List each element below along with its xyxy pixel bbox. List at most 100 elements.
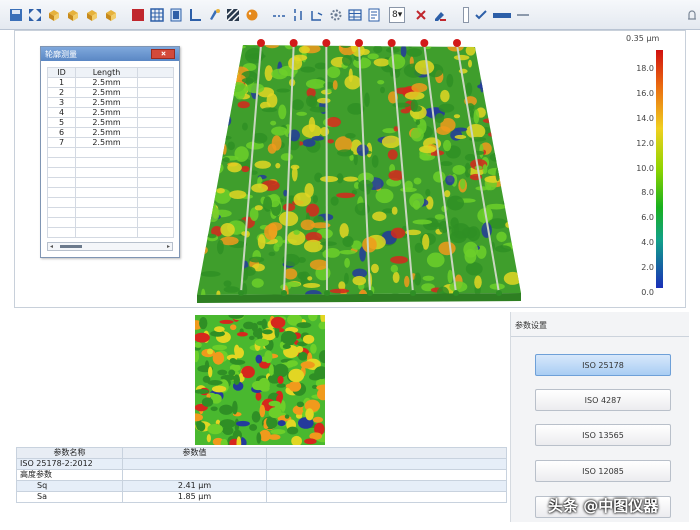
color-legend: 0.35 μm 18.0 16.0 14.0 12.0 10.0 8.0 6.0 4.0 2.0… (600, 34, 680, 297)
thumbnail-blob (296, 401, 305, 408)
iso-13565-button[interactable]: ISO 13565 (535, 424, 671, 446)
row-length (75, 217, 138, 228)
iso-25178-button[interactable]: ISO 25178 (535, 354, 671, 376)
height-icon[interactable] (290, 7, 306, 23)
surface-blob (495, 167, 500, 182)
surface-blob (482, 164, 488, 175)
surface-blob (251, 183, 269, 193)
cube-front-icon[interactable] (84, 7, 100, 23)
thumbnail-blob (268, 400, 281, 407)
table-row[interactable]: 7 2.5mm (47, 137, 174, 148)
thumbnail-blob (255, 354, 263, 364)
surface-blob (297, 257, 306, 263)
table-row[interactable] (47, 227, 174, 238)
surface-blob (201, 177, 216, 182)
surface-blob (520, 45, 521, 50)
surface-blob (499, 63, 510, 69)
table-row[interactable]: 1 2.5mm (47, 77, 174, 88)
table-row[interactable] (47, 157, 174, 168)
column-header-length: Length (75, 67, 138, 78)
close-x-icon[interactable] (413, 7, 429, 23)
cube-top-icon[interactable] (103, 7, 119, 23)
angle-icon[interactable] (309, 7, 325, 23)
surface-blob (352, 275, 367, 286)
thumbnail-blob (207, 380, 223, 386)
report-icon[interactable] (366, 7, 382, 23)
profile-window-titlebar[interactable]: 轮廓测量 (41, 47, 179, 61)
row-id (47, 177, 76, 188)
thumbnail-blob (302, 334, 315, 344)
surface-blob (393, 126, 399, 132)
eraser-icon[interactable] (432, 7, 448, 23)
table-row[interactable] (47, 207, 174, 218)
table-row[interactable] (47, 187, 174, 198)
rotate-right-icon[interactable] (65, 7, 81, 23)
thumbnail-blob (210, 406, 218, 412)
surface-blob (199, 142, 212, 148)
table-icon[interactable] (347, 7, 363, 23)
table-row[interactable] (47, 167, 174, 178)
surface-blob (221, 49, 232, 62)
settings-gear-icon[interactable] (328, 7, 344, 23)
line-icon[interactable] (515, 7, 531, 23)
table-row[interactable] (47, 197, 174, 208)
close-icon[interactable] (151, 49, 175, 59)
row-extra (137, 227, 174, 238)
layers-icon[interactable] (168, 7, 184, 23)
zoom-select[interactable]: 8 ▾ (389, 6, 406, 23)
table-row[interactable]: Sq 2.41 μm (16, 480, 507, 492)
iso-12085-button[interactable]: ISO 12085 (535, 460, 671, 482)
distance-icon[interactable] (271, 7, 287, 23)
surface-blob (234, 146, 249, 162)
horizontal-scrollbar[interactable]: ◂ ▸ (47, 242, 173, 251)
row-length: 2.5mm (75, 107, 138, 118)
thumbnail-blob (268, 407, 282, 419)
thumbnail-blob (300, 361, 315, 369)
profile-measure-window[interactable]: 轮廓测量 ID Length 1 2.5mm 2 2.5mm 3 2.5mm 4 2.5mm 5… (40, 46, 180, 258)
fit-view-icon[interactable] (27, 7, 43, 23)
check-icon[interactable] (473, 7, 489, 23)
axis-icon[interactable] (187, 7, 203, 23)
palette-icon[interactable] (244, 7, 260, 23)
save-icon[interactable] (8, 7, 24, 23)
surface-blob (229, 45, 246, 50)
profile-end-marker (238, 290, 244, 296)
surface-blob (392, 102, 411, 108)
surface-blob (381, 135, 401, 149)
table-row[interactable] (47, 147, 174, 158)
table-row[interactable]: 4 2.5mm (47, 107, 174, 118)
table-row[interactable]: Sa 1.85 μm (16, 491, 507, 503)
scroll-right-icon[interactable]: ▸ (165, 243, 172, 250)
table-row[interactable]: 5 2.5mm (47, 117, 174, 128)
table-row[interactable] (47, 177, 174, 188)
hatch-icon[interactable] (225, 7, 241, 23)
table-row[interactable] (47, 217, 174, 228)
light-icon[interactable] (206, 7, 222, 23)
scrollbar-thumb[interactable] (60, 245, 82, 248)
value-input[interactable] (463, 6, 470, 23)
height-map-thumbnail[interactable] (195, 315, 325, 445)
table-row[interactable]: 高度参数 (16, 469, 507, 481)
surface-blob (271, 126, 288, 136)
table-row[interactable]: ISO 25178-2:2012 (16, 458, 507, 470)
table-row[interactable]: 3 2.5mm (47, 97, 174, 108)
row-length (75, 197, 138, 208)
surface-blob (465, 82, 473, 96)
color-map-icon[interactable] (130, 7, 146, 23)
thumbnail-blob (270, 316, 286, 329)
grid-icon[interactable] (149, 7, 165, 23)
thumbnail-blob (214, 326, 225, 333)
surface-blob (220, 56, 228, 65)
scroll-left-icon[interactable]: ◂ (48, 243, 55, 250)
thumbnail-blob (249, 424, 258, 431)
bell-icon[interactable] (684, 7, 700, 23)
rotate-left-icon[interactable] (46, 7, 62, 23)
surface-blob (370, 263, 379, 274)
table-row[interactable]: 6 2.5mm (47, 127, 174, 138)
surface-blob (307, 276, 313, 281)
iso-4287-button[interactable]: ISO 4287 (535, 389, 671, 411)
surface-blob (404, 91, 425, 100)
table-row[interactable]: 2 2.5mm (47, 87, 174, 98)
surface-blob (510, 146, 521, 157)
ruler-icon[interactable] (492, 7, 512, 23)
